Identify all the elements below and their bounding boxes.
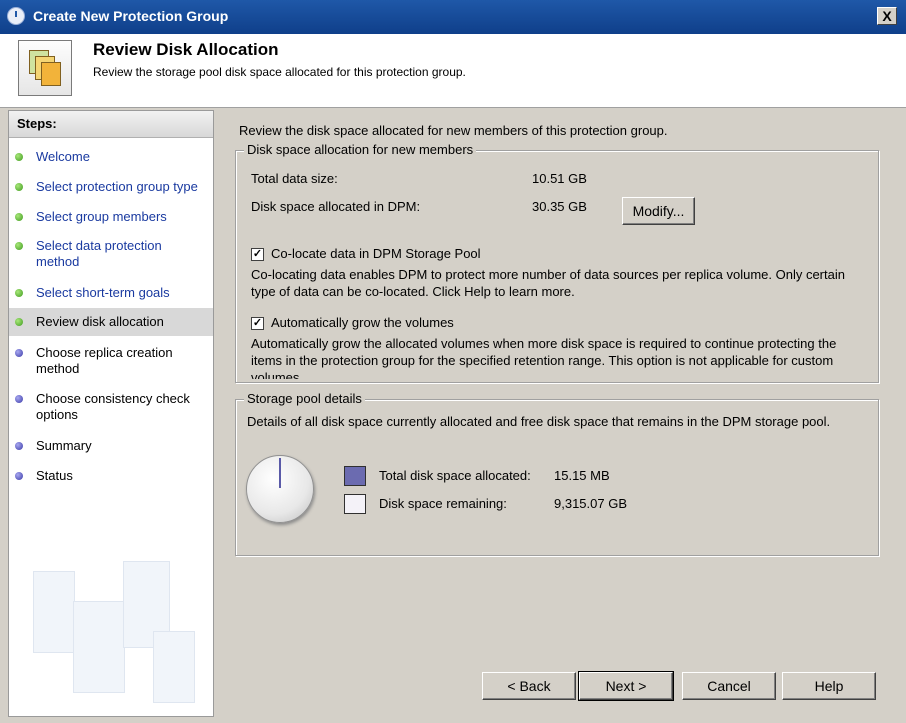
step-label: Select group members: [36, 209, 167, 224]
step-select-data-protection-method[interactable]: Select data protection method: [9, 236, 213, 272]
autogrow-checkbox[interactable]: ✓: [251, 317, 264, 330]
step-status[interactable]: Status: [9, 466, 213, 488]
storage-pool-legend: Storage pool details: [244, 391, 365, 406]
autogrow-description: Automatically grow the allocated volumes…: [251, 336, 837, 379]
steps-sidebar: Steps: Welcome Select protection group t…: [8, 110, 214, 717]
remaining-space-value: 9,315.07 GB: [554, 496, 627, 511]
completed-step-icon: [15, 213, 23, 221]
help-button[interactable]: Help: [782, 672, 876, 700]
disk-usage-pie-chart: [246, 455, 314, 523]
servers-watermark-image: [23, 541, 203, 711]
title-bar: Create New Protection Group X: [0, 0, 906, 34]
step-label: Choose replica creation method: [36, 345, 173, 376]
disk-allocation-legend: Disk space allocation for new members: [244, 142, 477, 157]
colocate-description: Co-locating data enables DPM to protect …: [251, 267, 845, 299]
pending-step-icon: [15, 395, 23, 403]
step-label: Summary: [36, 438, 92, 453]
step-choose-consistency-check-options[interactable]: Choose consistency check options: [9, 389, 213, 425]
storage-pool-group: Storage pool details Details of all disk…: [235, 391, 879, 556]
pending-step-icon: [15, 349, 23, 357]
wizard-header: Review Disk Allocation Review the storag…: [0, 34, 906, 108]
step-label: Choose consistency check options: [36, 391, 190, 422]
allocated-legend-swatch: [344, 466, 366, 486]
step-select-short-term-goals[interactable]: Select short-term goals: [9, 283, 213, 305]
current-step-icon: [15, 318, 23, 326]
colocate-label[interactable]: Co-locate data in DPM Storage Pool: [271, 246, 481, 261]
modify-button[interactable]: Modify...: [622, 197, 695, 225]
allocated-space-label: Total disk space allocated:: [379, 468, 531, 483]
dpm-app-icon: [7, 7, 25, 25]
page-title: Review Disk Allocation: [93, 40, 279, 59]
disk-space-allocated-label: Disk space allocated in DPM:: [251, 199, 421, 214]
storage-pool-description: Details of all disk space currently allo…: [247, 414, 831, 429]
step-select-protection-group-type[interactable]: Select protection group type: [9, 177, 213, 199]
step-select-group-members[interactable]: Select group members: [9, 207, 213, 229]
back-button[interactable]: < Back: [482, 672, 576, 700]
steps-heading: Steps:: [9, 111, 213, 138]
disk-allocation-group: Disk space allocation for new members To…: [235, 142, 879, 383]
colocate-checkbox[interactable]: ✓: [251, 248, 264, 261]
intro-text: Review the disk space allocated for new …: [239, 123, 668, 138]
main-content: Review the disk space allocated for new …: [220, 110, 897, 717]
step-label: Select short-term goals: [36, 285, 170, 300]
remaining-legend-swatch: [344, 494, 366, 514]
step-label: Select protection group type: [36, 179, 198, 194]
next-button[interactable]: Next >: [578, 671, 674, 701]
close-button[interactable]: X: [877, 7, 897, 25]
completed-step-icon: [15, 289, 23, 297]
window-title: Create New Protection Group: [33, 8, 229, 24]
step-review-disk-allocation[interactable]: Review disk allocation: [9, 308, 213, 336]
protection-group-icon: [18, 40, 72, 96]
pending-step-icon: [15, 442, 23, 450]
completed-step-icon: [15, 153, 23, 161]
step-label: Select data protection method: [36, 238, 162, 269]
step-summary[interactable]: Summary: [9, 436, 213, 458]
step-label: Status: [36, 468, 73, 483]
completed-step-icon: [15, 242, 23, 250]
step-welcome[interactable]: Welcome: [9, 147, 213, 169]
step-label: Review disk allocation: [36, 314, 164, 329]
page-subtitle: Review the storage pool disk space alloc…: [93, 65, 466, 79]
total-data-size-value: 10.51 GB: [532, 171, 587, 186]
autogrow-label[interactable]: Automatically grow the volumes: [271, 315, 454, 330]
allocated-space-value: 15.15 MB: [554, 468, 610, 483]
pending-step-icon: [15, 472, 23, 480]
step-label: Welcome: [36, 149, 90, 164]
disk-space-allocated-value: 30.35 GB: [532, 199, 587, 214]
total-data-size-label: Total data size:: [251, 171, 338, 186]
step-choose-replica-creation-method[interactable]: Choose replica creation method: [9, 343, 213, 379]
remaining-space-label: Disk space remaining:: [379, 496, 507, 511]
cancel-button[interactable]: Cancel: [682, 672, 776, 700]
completed-step-icon: [15, 183, 23, 191]
